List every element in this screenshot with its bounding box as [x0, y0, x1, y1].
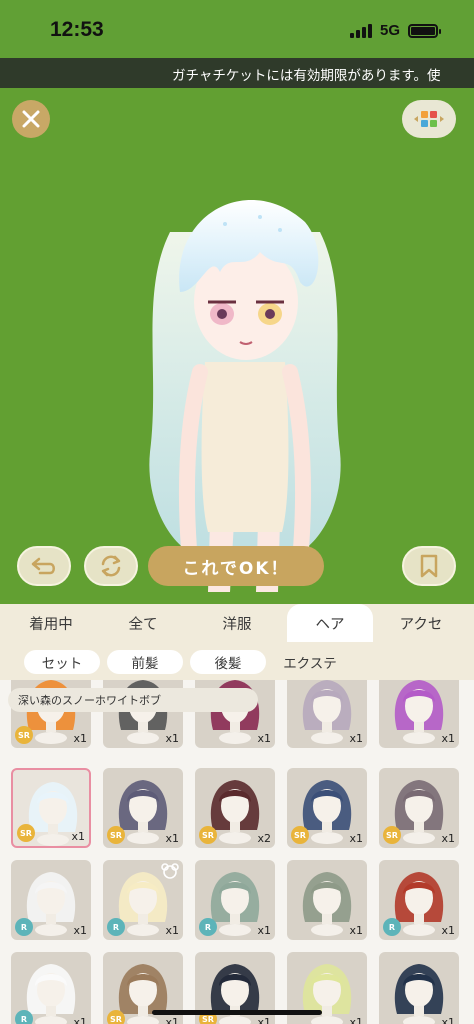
category-tabs: 着用中 全て 洋服 ヘア アクセ — [0, 604, 474, 642]
rarity-badge: SR — [15, 726, 33, 744]
home-indicator — [152, 1010, 322, 1015]
tab-clothes[interactable]: 洋服 — [194, 604, 280, 642]
bookmark-button[interactable] — [402, 546, 456, 586]
grid-layout-icon — [414, 111, 444, 127]
layout-button[interactable] — [402, 100, 456, 138]
item-count: x1 — [257, 1016, 271, 1024]
item-count: x1 — [165, 924, 179, 937]
item-count: x1 — [349, 924, 363, 937]
tab-all[interactable]: 全て — [100, 604, 186, 642]
item-cell[interactable]: x1 — [287, 860, 367, 940]
close-button[interactable] — [12, 100, 50, 138]
confirm-button[interactable]: これでOK！ — [148, 546, 324, 586]
bear-badge-icon — [161, 863, 179, 883]
rotate-button[interactable] — [84, 546, 138, 586]
rarity-badge: SR — [107, 1010, 125, 1024]
item-count: x1 — [73, 924, 87, 937]
item-cell[interactable]: x1 — [379, 952, 459, 1024]
ticker-text: ガチャチケットには有効期限があります。使 — [172, 68, 441, 84]
item-cell[interactable]: Rx1 — [379, 860, 459, 940]
item-cell[interactable]: Rx1 — [11, 860, 91, 940]
news-ticker: ガチャチケットには有効期限があります。使 — [0, 58, 474, 88]
subtab-extensions[interactable]: エクステ — [272, 650, 348, 674]
avatar-stage: これでOK！ — [0, 88, 474, 604]
rarity-badge: R — [107, 918, 125, 936]
hair-subtabs: セット 前髪 後髪 エクステ — [0, 642, 474, 680]
status-bar: 12:53 5G — [0, 0, 474, 58]
selected-item-name: 深い森のスノーホワイトボブ — [8, 688, 258, 712]
rotate-icon — [101, 555, 121, 577]
status-time: 12:53 — [50, 18, 104, 41]
item-count: x1 — [73, 732, 87, 745]
tab-hair[interactable]: ヘア — [287, 604, 373, 642]
item-count: x1 — [441, 732, 455, 745]
item-count: x1 — [73, 1016, 87, 1024]
item-count: x1 — [441, 1016, 455, 1024]
item-cell[interactable]: x1 — [287, 680, 367, 748]
rarity-badge: SR — [199, 826, 217, 844]
rarity-badge: SR — [383, 826, 401, 844]
item-cell[interactable]: SR x1 — [379, 768, 459, 848]
rarity-badge: SR — [17, 824, 35, 842]
bookmark-icon — [420, 554, 438, 578]
tab-accessories[interactable]: アクセ — [378, 604, 464, 642]
item-count: x1 — [71, 830, 85, 843]
undo-icon — [31, 557, 55, 575]
rarity-badge: R — [199, 918, 217, 936]
item-count: x1 — [441, 924, 455, 937]
tab-wearing[interactable]: 着用中 — [8, 604, 94, 642]
rarity-badge: R — [15, 918, 33, 936]
rarity-badge: SR — [107, 826, 125, 844]
item-cell[interactable]: SR x1 — [11, 768, 91, 848]
undo-button[interactable] — [17, 546, 71, 586]
item-count: x1 — [165, 832, 179, 845]
subtab-back-hair[interactable]: 後髪 — [190, 650, 266, 674]
item-cell[interactable]: SR x1 — [103, 768, 183, 848]
signal-icon — [349, 23, 372, 38]
item-count: x1 — [441, 832, 455, 845]
network-type: 5G — [379, 22, 400, 39]
item-count: x1 — [349, 1016, 363, 1024]
item-cell[interactable]: x1 — [379, 680, 459, 748]
item-count: x1 — [349, 732, 363, 745]
item-count: x2 — [257, 832, 271, 845]
subtab-set[interactable]: セット — [24, 650, 100, 674]
hair-preview — [394, 964, 444, 1024]
rarity-badge: SR — [291, 826, 309, 844]
item-cell[interactable]: SR x1 — [287, 768, 367, 848]
subtab-bangs[interactable]: 前髪 — [107, 650, 183, 674]
status-indicators: 5G — [349, 22, 441, 39]
avatar-figure[interactable] — [130, 172, 360, 602]
rarity-badge: R — [383, 918, 401, 936]
item-cell[interactable]: Rx1 — [195, 860, 275, 940]
item-cell[interactable]: Rx1 — [11, 952, 91, 1024]
rarity-badge: R — [15, 1010, 33, 1024]
item-grid[interactable]: 深い森のスノーホワイトボブ SR x1 x1 x1 x1 x1 SR x1 SR x1 SR x2 SR… — [0, 680, 474, 1024]
item-cell[interactable]: Rx1 — [103, 860, 183, 940]
battery-icon — [408, 23, 441, 38]
item-count: x1 — [349, 832, 363, 845]
item-count: x1 — [257, 924, 271, 937]
item-count: x1 — [257, 732, 271, 745]
item-count: x1 — [165, 1016, 179, 1024]
item-count: x1 — [165, 732, 179, 745]
item-cell[interactable]: SR x2 — [195, 768, 275, 848]
close-icon — [22, 110, 40, 128]
